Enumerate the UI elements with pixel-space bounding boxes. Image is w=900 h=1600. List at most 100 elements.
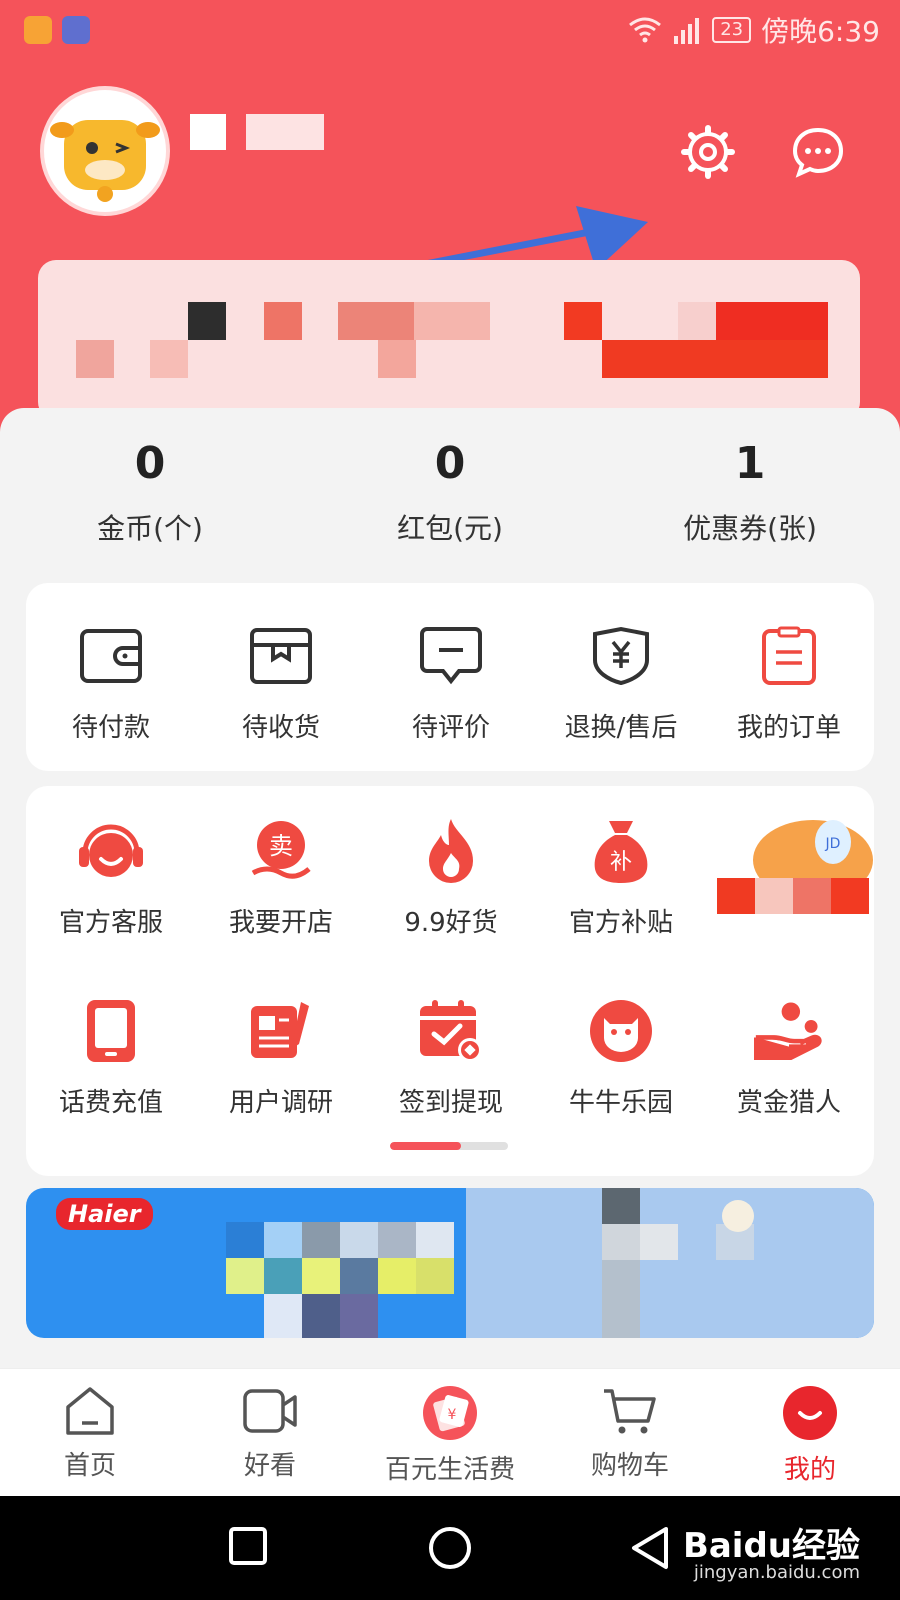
order-label: 退换/售后 bbox=[564, 713, 678, 743]
cow-mascot-icon bbox=[50, 120, 160, 202]
watermark: Baidu经验 bbox=[682, 1526, 860, 1566]
watermark-url: jingyan.baidu.com bbox=[693, 1562, 860, 1583]
profile-header bbox=[0, 60, 900, 440]
my-orders[interactable]: 我的订单 bbox=[704, 621, 874, 744]
refund-icon bbox=[586, 621, 656, 691]
circle-icon bbox=[429, 1527, 471, 1569]
recent-apps-button[interactable] bbox=[228, 1526, 268, 1570]
bottom-tab-bar: 首页 好看 ¥ 百元生活费 购物车 我的 bbox=[0, 1368, 900, 1496]
tab-label: 百元生活费 bbox=[384, 1455, 515, 1485]
ad-pixelated-image bbox=[226, 1188, 874, 1338]
stats-row: 0 金币(个) 0 红包(元) 1 优惠券(张) bbox=[0, 428, 900, 578]
tab-living-allowance[interactable]: ¥ 百元生活费 bbox=[360, 1369, 540, 1496]
service-promo-pixelated[interactable]: JD bbox=[710, 806, 880, 916]
phone-icon bbox=[76, 996, 146, 1066]
jd-rocket-promo-icon: JD bbox=[717, 820, 873, 914]
status-time: 傍晚6:39 bbox=[761, 15, 880, 48]
tab-label: 好看 bbox=[243, 1451, 296, 1481]
headset-icon bbox=[76, 816, 146, 886]
stat-coupons[interactable]: 1 优惠券(张) bbox=[600, 428, 900, 578]
order-label: 我的订单 bbox=[736, 713, 841, 743]
wifi-icon bbox=[629, 17, 662, 43]
service-bargain[interactable]: 9.9好货 bbox=[366, 816, 536, 939]
order-list-icon bbox=[754, 621, 824, 691]
order-refund[interactable]: 退换/售后 bbox=[536, 621, 706, 744]
main-panel: 0 金币(个) 0 红包(元) 1 优惠券(张) 待付款 待收货 待评价 退换/… bbox=[0, 408, 900, 1368]
service-user-survey[interactable]: 用户调研 bbox=[196, 996, 366, 1119]
stat-red-envelope[interactable]: 0 红包(元) bbox=[300, 428, 600, 578]
promo-banner-pixelated[interactable] bbox=[38, 260, 860, 420]
avatar[interactable] bbox=[40, 86, 170, 216]
service-label: 用户调研 bbox=[228, 1088, 333, 1118]
svg-text:补: 补 bbox=[610, 850, 632, 875]
calendar-check-icon bbox=[416, 996, 486, 1066]
service-customer-support[interactable]: 官方客服 bbox=[26, 816, 196, 939]
status-bar: 23 傍晚6:39 bbox=[0, 0, 900, 60]
service-cow-park[interactable]: 牛牛乐园 bbox=[536, 996, 706, 1119]
service-phone-recharge[interactable]: 话费充值 bbox=[26, 996, 196, 1119]
open-shop-icon: 卖 bbox=[246, 816, 316, 886]
notification-browser-icon bbox=[62, 16, 90, 44]
box-icon bbox=[246, 621, 316, 691]
stat-value: 0 bbox=[134, 438, 166, 489]
stat-value: 1 bbox=[734, 438, 766, 489]
svg-text:¥: ¥ bbox=[448, 1407, 457, 1423]
settings-gear-icon[interactable] bbox=[680, 124, 736, 180]
notification-app-icon bbox=[24, 16, 52, 44]
tab-label: 购物车 bbox=[590, 1451, 669, 1481]
service-label: 话费充值 bbox=[58, 1088, 163, 1118]
profile-icon bbox=[783, 1386, 837, 1440]
money-bag-icon: 补 bbox=[586, 816, 656, 886]
tab-watch[interactable]: 好看 bbox=[180, 1369, 360, 1496]
home-button[interactable] bbox=[428, 1526, 472, 1574]
service-label: 9.9好货 bbox=[404, 908, 498, 938]
page-indicator-fill bbox=[390, 1142, 461, 1150]
tab-cart[interactable]: 购物车 bbox=[540, 1369, 720, 1496]
battery-level: 23 bbox=[712, 17, 752, 43]
home-icon bbox=[66, 1387, 114, 1435]
stat-label: 优惠券(张) bbox=[683, 512, 817, 545]
username-block bbox=[246, 114, 324, 150]
service-label: 官方补贴 bbox=[568, 908, 673, 938]
ad-banner[interactable]: Haier bbox=[26, 1188, 874, 1338]
stat-label: 金币(个) bbox=[97, 512, 203, 545]
username-pixelated bbox=[190, 114, 324, 150]
square-icon bbox=[229, 1527, 267, 1565]
service-label: 签到提现 bbox=[398, 1088, 503, 1118]
orders-card: 待付款 待收货 待评价 退换/售后 我的订单 bbox=[26, 583, 874, 771]
status-right: 23 傍晚6:39 bbox=[628, 12, 880, 48]
order-label: 待收货 bbox=[241, 713, 320, 743]
stat-value: 0 bbox=[434, 438, 466, 489]
order-label: 待评价 bbox=[411, 713, 490, 743]
bounty-hand-icon bbox=[754, 996, 824, 1066]
message-icon[interactable] bbox=[790, 124, 846, 180]
cow-icon bbox=[586, 996, 656, 1066]
cart-icon bbox=[604, 1389, 656, 1434]
signal-icon bbox=[674, 18, 700, 44]
services-card: 官方客服 卖 我要开店 9.9好货 补 官方补贴 JD 话费充值 用户调研 签到… bbox=[26, 786, 874, 1176]
svg-text:卖: 卖 bbox=[269, 832, 293, 860]
order-pending-review[interactable]: 待评价 bbox=[366, 621, 536, 744]
service-open-shop[interactable]: 卖 我要开店 bbox=[196, 816, 366, 939]
service-bounty-hunter[interactable]: 赏金猎人 bbox=[704, 996, 874, 1119]
video-icon bbox=[243, 1389, 297, 1433]
service-label: 赏金猎人 bbox=[736, 1088, 841, 1118]
survey-icon bbox=[246, 996, 316, 1066]
service-label: 官方客服 bbox=[58, 908, 163, 938]
system-nav-bar: Baidu经验 jingyan.baidu.com bbox=[0, 1496, 900, 1600]
stat-coins[interactable]: 0 金币(个) bbox=[0, 428, 300, 578]
svg-text:JD: JD bbox=[825, 836, 841, 852]
page-indicator bbox=[390, 1142, 508, 1150]
service-label: 我要开店 bbox=[228, 908, 333, 938]
order-pending-receipt[interactable]: 待收货 bbox=[196, 621, 366, 744]
fire-icon bbox=[416, 816, 486, 886]
service-subsidy[interactable]: 补 官方补贴 bbox=[536, 816, 706, 939]
service-checkin-withdraw[interactable]: 签到提现 bbox=[366, 996, 536, 1119]
tab-me[interactable]: 我的 bbox=[720, 1369, 900, 1496]
stat-label: 红包(元) bbox=[397, 512, 503, 545]
order-label: 待付款 bbox=[71, 713, 150, 743]
back-button[interactable] bbox=[630, 1526, 670, 1574]
order-pending-payment[interactable]: 待付款 bbox=[26, 621, 196, 744]
comment-icon bbox=[416, 621, 486, 691]
tab-home[interactable]: 首页 bbox=[0, 1369, 180, 1496]
